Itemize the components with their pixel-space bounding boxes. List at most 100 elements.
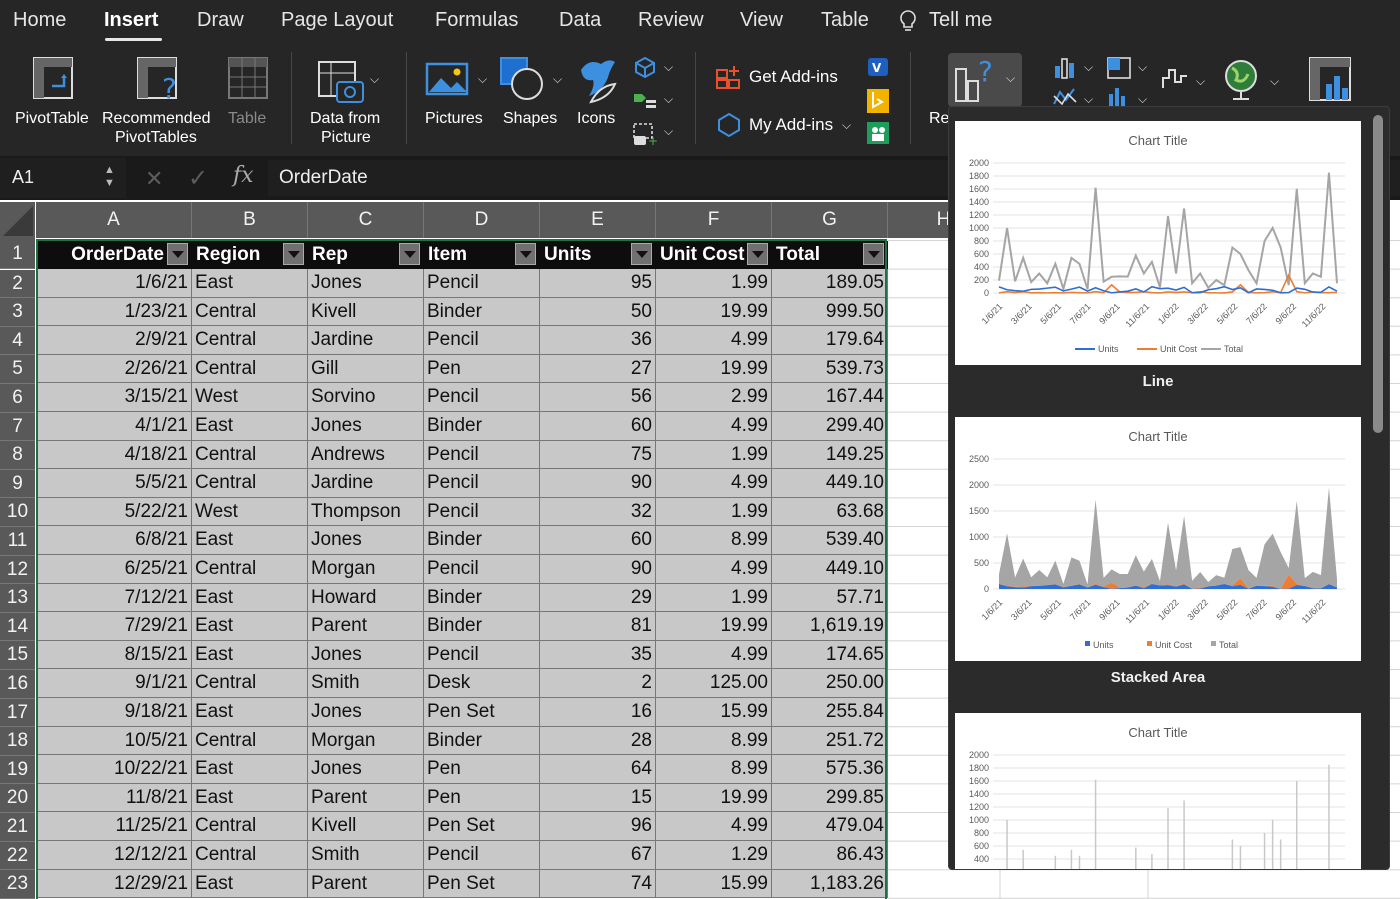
table-cell[interactable]: Binder	[424, 583, 540, 613]
filter-dropdown-button[interactable]	[747, 243, 768, 265]
table-cell[interactable]: 4.99	[656, 640, 772, 670]
table-cell[interactable]: Central	[192, 841, 308, 870]
table-cell[interactable]: 1.99	[656, 497, 772, 527]
table-cell[interactable]: Pencil	[424, 841, 540, 870]
row-header[interactable]: 22	[0, 841, 35, 871]
insert-function-icon[interactable]: fx	[233, 163, 254, 188]
table-cell[interactable]: East	[192, 698, 308, 727]
table-cell[interactable]: Central	[192, 326, 308, 355]
table-cell[interactable]: Pen	[424, 783, 540, 813]
table-cell[interactable]: East	[192, 526, 308, 555]
table-cell[interactable]: 15.99	[656, 698, 772, 727]
row-header[interactable]: 3	[0, 298, 35, 327]
row-header[interactable]: 6	[0, 384, 35, 413]
table-cell[interactable]: Desk	[424, 669, 540, 698]
table-cell[interactable]: Sorvino	[308, 383, 424, 412]
table-cell[interactable]: 15.99	[656, 869, 772, 899]
table-cell[interactable]: 7/12/21	[36, 583, 192, 613]
column-header[interactable]: D	[424, 202, 540, 238]
table-cell[interactable]: Parent	[308, 869, 424, 899]
table-cell[interactable]: 4/1/21	[36, 412, 192, 441]
table-cell[interactable]: West	[192, 383, 308, 412]
table-cell[interactable]: 90	[540, 469, 656, 498]
table-cell[interactable]: 29	[540, 583, 656, 613]
tab-table[interactable]: Table	[821, 9, 869, 32]
column-chart-option[interactable]: Chart Title 2000 1800 1600 1400 1200 1000 800 60…	[955, 713, 1361, 869]
table-cell[interactable]: 8.99	[656, 526, 772, 555]
table-cell[interactable]: East	[192, 269, 308, 298]
table-cell[interactable]: 1.99	[656, 583, 772, 613]
table-cell[interactable]: 449.10	[772, 469, 888, 498]
table-cell[interactable]: Kivell	[308, 812, 424, 841]
filter-dropdown-button[interactable]	[399, 243, 420, 265]
table-cell[interactable]: Pen Set	[424, 698, 540, 727]
table-cell[interactable]: East	[192, 583, 308, 613]
column-header[interactable]: G	[772, 202, 888, 238]
table-cell[interactable]: 8.99	[656, 726, 772, 756]
table-cell[interactable]: Pencil	[424, 469, 540, 498]
table-cell[interactable]: 6/8/21	[36, 526, 192, 555]
table-cell[interactable]: Pencil	[424, 440, 540, 470]
column-header[interactable]: B	[192, 202, 308, 238]
table-cell[interactable]: 86.43	[772, 841, 888, 870]
bing-icon[interactable]	[866, 88, 890, 119]
table-cell[interactable]: Jones	[308, 640, 424, 670]
table-cell[interactable]: 9/18/21	[36, 698, 192, 727]
table-cell[interactable]: Pencil	[424, 497, 540, 527]
table-cell[interactable]: Binder	[424, 526, 540, 555]
table-cell[interactable]: 2	[540, 669, 656, 698]
table-cell[interactable]: 5/22/21	[36, 497, 192, 527]
row-header[interactable]: 23	[0, 870, 35, 899]
table-cell[interactable]: Binder	[424, 726, 540, 756]
table-cell[interactable]: 6/25/21	[36, 555, 192, 584]
table-cell[interactable]: Morgan	[308, 555, 424, 584]
row-header[interactable]: 20	[0, 784, 35, 813]
table-cell[interactable]: 4.99	[656, 412, 772, 441]
table-cell[interactable]: Central	[192, 812, 308, 841]
tab-insert[interactable]: Insert	[104, 9, 158, 32]
table-cell[interactable]: 19.99	[656, 297, 772, 327]
table-cell[interactable]: 74	[540, 869, 656, 899]
table-cell[interactable]: Binder	[424, 412, 540, 441]
table-cell[interactable]: Smith	[308, 669, 424, 698]
tell-me-search[interactable]: Tell me	[929, 9, 992, 32]
table-cell[interactable]: 999.50	[772, 297, 888, 327]
tab-review[interactable]: Review	[638, 9, 704, 32]
table-cell[interactable]: 32	[540, 497, 656, 527]
recommended-charts-button[interactable]: ? ⌵	[948, 53, 1022, 107]
table-cell[interactable]: 299.40	[772, 412, 888, 441]
tab-data[interactable]: Data	[559, 9, 601, 32]
row-header[interactable]: 4	[0, 326, 35, 356]
table-cell[interactable]: 8/15/21	[36, 640, 192, 670]
table-cell[interactable]: Howard	[308, 583, 424, 613]
column-header[interactable]: A	[36, 202, 192, 238]
name-box-stepper-icon[interactable]: ▲ ▼	[104, 164, 115, 190]
table-cell[interactable]: Central	[192, 726, 308, 756]
table-cell[interactable]: East	[192, 783, 308, 813]
table-cell[interactable]: 1.99	[656, 440, 772, 470]
table-cell[interactable]: 299.85	[772, 783, 888, 813]
table-cell[interactable]: 90	[540, 555, 656, 584]
row-header[interactable]: 13	[0, 584, 35, 613]
table-cell[interactable]: Binder	[424, 297, 540, 327]
table-cell[interactable]: 2.99	[656, 383, 772, 412]
cancel-icon[interactable]: ✕	[145, 166, 163, 192]
filter-dropdown-button[interactable]	[863, 243, 884, 265]
table-cell[interactable]: 1.29	[656, 841, 772, 870]
table-cell[interactable]: 57.71	[772, 583, 888, 613]
table-cell[interactable]: 11/25/21	[36, 812, 192, 841]
table-cell[interactable]: 36	[540, 326, 656, 355]
row-header[interactable]: 21	[0, 813, 35, 842]
row-header[interactable]: 15	[0, 641, 35, 670]
table-cell[interactable]: Pencil	[424, 383, 540, 412]
filter-dropdown-button[interactable]	[515, 243, 536, 265]
table-cell[interactable]: Jardine	[308, 469, 424, 498]
column-header[interactable]: E	[540, 202, 656, 238]
tab-page-layout[interactable]: Page Layout	[281, 9, 393, 32]
table-cell[interactable]: Pen	[424, 755, 540, 784]
table-cell[interactable]: 5/5/21	[36, 469, 192, 498]
table-cell[interactable]: Pencil	[424, 640, 540, 670]
table-cell[interactable]: 575.36	[772, 755, 888, 784]
row-header[interactable]: 1	[0, 238, 35, 269]
table-cell[interactable]: 16	[540, 698, 656, 727]
